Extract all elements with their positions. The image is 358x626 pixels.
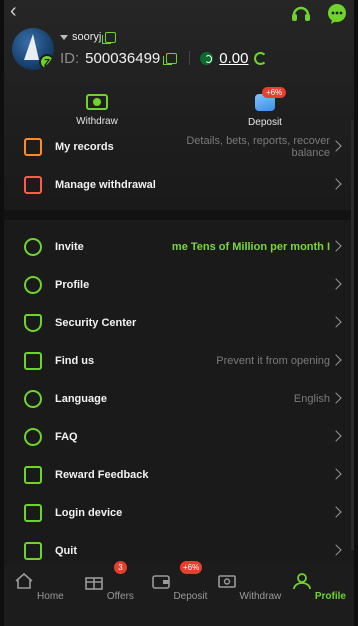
- shield-icon: [24, 314, 42, 332]
- chevron-right-icon: [330, 430, 342, 442]
- chevron-right-icon: [330, 178, 342, 190]
- tab-offers[interactable]: 3 Offers: [74, 561, 144, 626]
- invite-icon: [24, 238, 42, 256]
- tab-profile[interactable]: Profile: [284, 564, 354, 626]
- my-records-item[interactable]: My records Details, bets, reports, recov…: [4, 128, 354, 166]
- profile-item[interactable]: Profile: [4, 266, 354, 304]
- profile-screen: ‹ Z sooryj ID: 500036499 0.00 Withdraw D…: [4, 0, 354, 626]
- tab-deposit[interactable]: +6% Deposit: [144, 561, 214, 626]
- scrollbar[interactable]: [351, 120, 354, 550]
- tab-withdraw-label: Withdraw: [239, 591, 282, 602]
- chevron-right-icon: [330, 392, 342, 404]
- username-row: sooryj: [60, 30, 117, 44]
- tab-deposit-label: Deposit: [173, 591, 208, 602]
- chevron-right-icon: [330, 468, 342, 480]
- chevron-right-icon: [330, 506, 342, 518]
- withdraw-tab-icon: [217, 575, 236, 588]
- tab-home[interactable]: Home: [4, 564, 74, 626]
- refresh-balance-icon[interactable]: [254, 51, 268, 65]
- sailboat-icon: [24, 34, 39, 60]
- caret-down-icon[interactable]: [60, 34, 68, 40]
- home-icon: [15, 572, 33, 589]
- language-item[interactable]: Language English: [4, 380, 354, 418]
- back-arrow-icon[interactable]: ‹: [10, 1, 28, 22]
- chevron-right-icon: [330, 140, 342, 152]
- faq-label: FAQ: [55, 431, 78, 443]
- reward-feedback-item[interactable]: Reward Feedback: [4, 456, 354, 494]
- withdrawal-card-icon: [24, 176, 42, 194]
- username: sooryj: [72, 31, 102, 43]
- withdraw-label: Withdraw: [76, 116, 118, 127]
- user-id: 500036499: [85, 49, 161, 67]
- tab-home-label: Home: [37, 591, 64, 602]
- login-device-label: Login device: [55, 507, 123, 519]
- profile-icon: [293, 573, 311, 590]
- quit-label: Quit: [55, 545, 77, 557]
- copy-username-icon[interactable]: [102, 31, 117, 44]
- profile-label: Profile: [55, 279, 90, 291]
- divider: [189, 51, 191, 65]
- deposit-tab-bonus-badge: +6%: [180, 561, 203, 574]
- language-label: Language: [55, 393, 107, 405]
- chevron-right-icon: [330, 278, 342, 290]
- my-records-hint: Details, bets, reports, recover balance: [186, 135, 330, 159]
- pakistan-flag-icon: [200, 51, 214, 65]
- withdraw-button[interactable]: Withdraw: [57, 90, 137, 127]
- faq-item[interactable]: FAQ: [4, 418, 354, 456]
- invite-label: Invite: [55, 241, 84, 253]
- deposit-bonus-badge: +6%: [262, 87, 287, 98]
- copy-id-icon[interactable]: [163, 52, 178, 65]
- level-badge: Z: [39, 54, 54, 70]
- invite-promo-text: me Tens of Million per month I: [171, 241, 330, 253]
- find-us-label: Find us: [55, 355, 95, 367]
- find-us-hint: Prevent it from opening: [216, 355, 330, 367]
- reward-feedback-label: Reward Feedback: [55, 469, 149, 481]
- id-label: ID:: [60, 49, 80, 67]
- wallet-balance[interactable]: 0.00: [219, 50, 248, 67]
- chevron-right-icon: [330, 240, 342, 252]
- withdraw-icon: [86, 94, 108, 110]
- user-edit-icon: [24, 276, 42, 294]
- tab-withdraw[interactable]: Withdraw: [214, 564, 284, 626]
- records-list: My records Details, bets, reports, recov…: [4, 128, 354, 204]
- message-icon[interactable]: [326, 3, 348, 25]
- id-balance-row: ID: 500036499 0.00: [60, 49, 268, 67]
- customer-service-icon[interactable]: [290, 3, 312, 25]
- security-center-item[interactable]: Security Center: [4, 304, 354, 342]
- my-records-label: My records: [55, 141, 114, 153]
- login-device-item[interactable]: Login device: [4, 494, 354, 532]
- offers-count-badge: 3: [114, 561, 127, 574]
- chevron-right-icon: [330, 316, 342, 328]
- top-bar: ‹: [4, 0, 354, 28]
- phone-icon: [24, 504, 42, 522]
- chevron-right-icon: [330, 354, 342, 366]
- tab-offers-label: Offers: [106, 591, 134, 602]
- bottom-tab-bar: Home 3 Offers +6% Deposit Withdraw Profi…: [4, 561, 354, 626]
- manage-withdrawal-label: Manage withdrawal: [55, 179, 156, 191]
- search-doc-icon: [24, 352, 42, 370]
- deposit-label: Deposit: [248, 117, 282, 128]
- edit-icon: [24, 466, 42, 484]
- section-divider: [4, 210, 354, 220]
- find-us-item[interactable]: Find us Prevent it from opening: [4, 342, 354, 380]
- question-icon: [24, 428, 42, 446]
- wallet-icon: [151, 575, 170, 589]
- records-icon: [24, 138, 42, 156]
- manage-withdrawal-item[interactable]: Manage withdrawal: [4, 166, 354, 204]
- globe-icon: [24, 390, 42, 408]
- chevron-right-icon: [330, 544, 342, 556]
- invite-item[interactable]: Invite me Tens of Million per month I: [4, 228, 354, 266]
- tab-profile-label: Profile: [314, 591, 346, 602]
- avatar[interactable]: Z: [12, 28, 54, 70]
- security-center-label: Security Center: [55, 317, 137, 329]
- gift-icon: [85, 577, 103, 590]
- settings-list: Invite me Tens of Million per month I Pr…: [4, 228, 354, 570]
- language-value: English: [293, 393, 330, 405]
- logout-icon: [24, 542, 42, 560]
